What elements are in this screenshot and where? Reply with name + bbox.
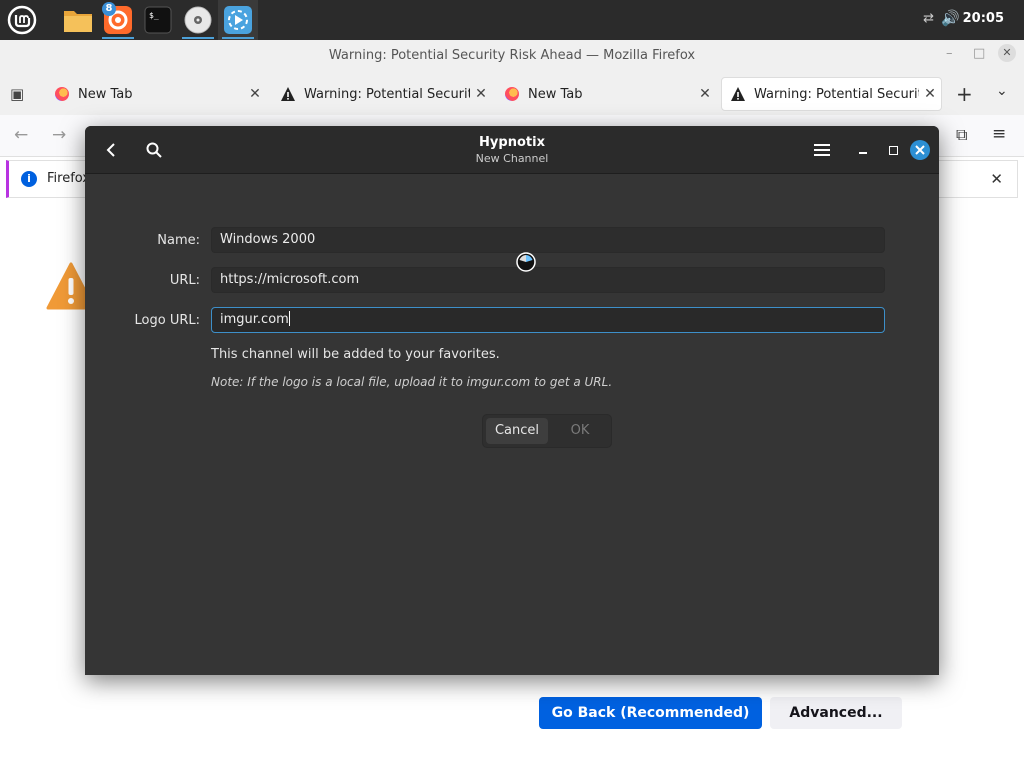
logo-url-label: Logo URL: [134, 313, 200, 328]
header-bar: Hypnotix New Channel [85, 126, 939, 174]
active-indicator [182, 37, 214, 39]
taskbar: 8 $_ ⇄ 🔊 20:05 [0, 0, 1024, 40]
logo-note-text: Note: If the logo is a local file, uploa… [211, 375, 613, 389]
url-label: URL: [169, 273, 200, 288]
tab-new-tab-2[interactable]: New Tab ✕ [496, 77, 716, 111]
folder-icon [64, 11, 92, 32]
close-notification-icon[interactable]: ✕ [990, 170, 1003, 188]
files-button[interactable] [58, 0, 98, 40]
menu-button[interactable] [2, 0, 42, 40]
hamburger-menu-icon [814, 144, 830, 156]
terminal-button[interactable]: $_ [138, 0, 178, 40]
url-value: https://microsoft.com [220, 272, 360, 287]
tab-bar: ▣ New Tab ✕ Warning: Potential Security … [0, 73, 1024, 115]
close-icon [915, 145, 925, 155]
logo-url-value: imgur.com [220, 312, 289, 327]
window-title: Warning: Potential Security Risk Ahead —… [328, 48, 696, 63]
network-icon[interactable]: ⇄ [923, 11, 934, 26]
forward-icon[interactable]: → [52, 125, 66, 145]
minimize-button[interactable] [851, 138, 875, 162]
name-field[interactable]: Windows 2000 [211, 227, 885, 253]
mint-logo-icon [7, 5, 37, 35]
close-tab-icon[interactable]: ✕ [244, 86, 266, 102]
extensions-icon[interactable]: ⧉ [956, 125, 967, 145]
dialog-button-group: Cancel OK [482, 414, 612, 448]
name-label: Name: [157, 233, 200, 248]
tab-warning-1[interactable]: Warning: Potential Security Risk Ahead ✕ [272, 77, 492, 111]
volume-icon[interactable]: 🔊 [941, 9, 960, 27]
maximize-button[interactable] [881, 138, 905, 162]
warning-icon [280, 86, 296, 102]
close-tab-icon[interactable]: ✕ [694, 86, 716, 102]
tab-label: Warning: Potential Security Risk Ahead [754, 86, 919, 102]
disc-button[interactable] [178, 0, 218, 40]
favorites-info-text: This channel will be added to your favor… [211, 347, 500, 362]
new-tab-icon[interactable]: + [956, 82, 973, 106]
app-menu-icon[interactable]: ≡ [992, 124, 1006, 144]
tab-label: New Tab [528, 86, 583, 102]
active-indicator [102, 37, 134, 39]
tab-label: New Tab [78, 86, 133, 102]
busy-cursor-icon [516, 252, 536, 276]
ok-button[interactable]: OK [550, 418, 610, 444]
go-back-button[interactable]: Go Back (Recommended) [539, 697, 762, 729]
close-button[interactable] [910, 140, 930, 160]
maximize-icon [888, 145, 898, 155]
hypnotix-icon [224, 6, 252, 34]
clock[interactable]: 20:05 [963, 11, 1004, 26]
close-icon[interactable]: ✕ [998, 44, 1016, 62]
tab-overview-icon[interactable]: ▣ [10, 85, 24, 103]
tab-warning-active[interactable]: Warning: Potential Security Risk Ahead ✕ [721, 77, 942, 111]
tab-label: Warning: Potential Security Risk Ahead [304, 86, 470, 102]
minimize-icon[interactable]: – [946, 46, 953, 61]
cancel-button[interactable]: Cancel [486, 418, 548, 444]
url-field[interactable]: https://microsoft.com [211, 267, 885, 293]
svg-text:$_: $_ [149, 11, 159, 20]
logo-url-field[interactable]: imgur.com [211, 307, 885, 333]
back-icon[interactable]: ← [14, 125, 28, 145]
active-indicator [222, 37, 254, 39]
tab-new-tab-1[interactable]: New Tab ✕ [46, 77, 266, 111]
list-all-tabs-icon[interactable]: ⌄ [996, 83, 1008, 99]
maximize-icon[interactable]: □ [973, 46, 985, 61]
minimize-icon [859, 152, 867, 154]
firefox-taskbar-button[interactable]: 8 [98, 0, 138, 40]
notification-badge: 8 [102, 2, 116, 16]
menu-button[interactable] [810, 138, 834, 162]
firefox-icon [54, 86, 70, 102]
firefox-titlebar: Warning: Potential Security Risk Ahead —… [0, 40, 1024, 73]
disc-icon [184, 6, 212, 34]
hypnotix-window: Hypnotix New Channel Name: Windows 2000 … [85, 126, 939, 675]
name-value: Windows 2000 [220, 232, 316, 247]
close-tab-icon[interactable]: ✕ [919, 86, 941, 102]
hypnotix-taskbar-button[interactable] [218, 0, 258, 40]
notification-text: Firefox [47, 171, 91, 186]
advanced-button[interactable]: Advanced... [770, 697, 902, 729]
text-caret [288, 311, 290, 326]
close-tab-icon[interactable]: ✕ [470, 86, 492, 102]
warning-icon [730, 86, 746, 102]
firefox-icon [504, 86, 520, 102]
info-icon: i [21, 171, 37, 187]
terminal-icon: $_ [144, 6, 172, 34]
